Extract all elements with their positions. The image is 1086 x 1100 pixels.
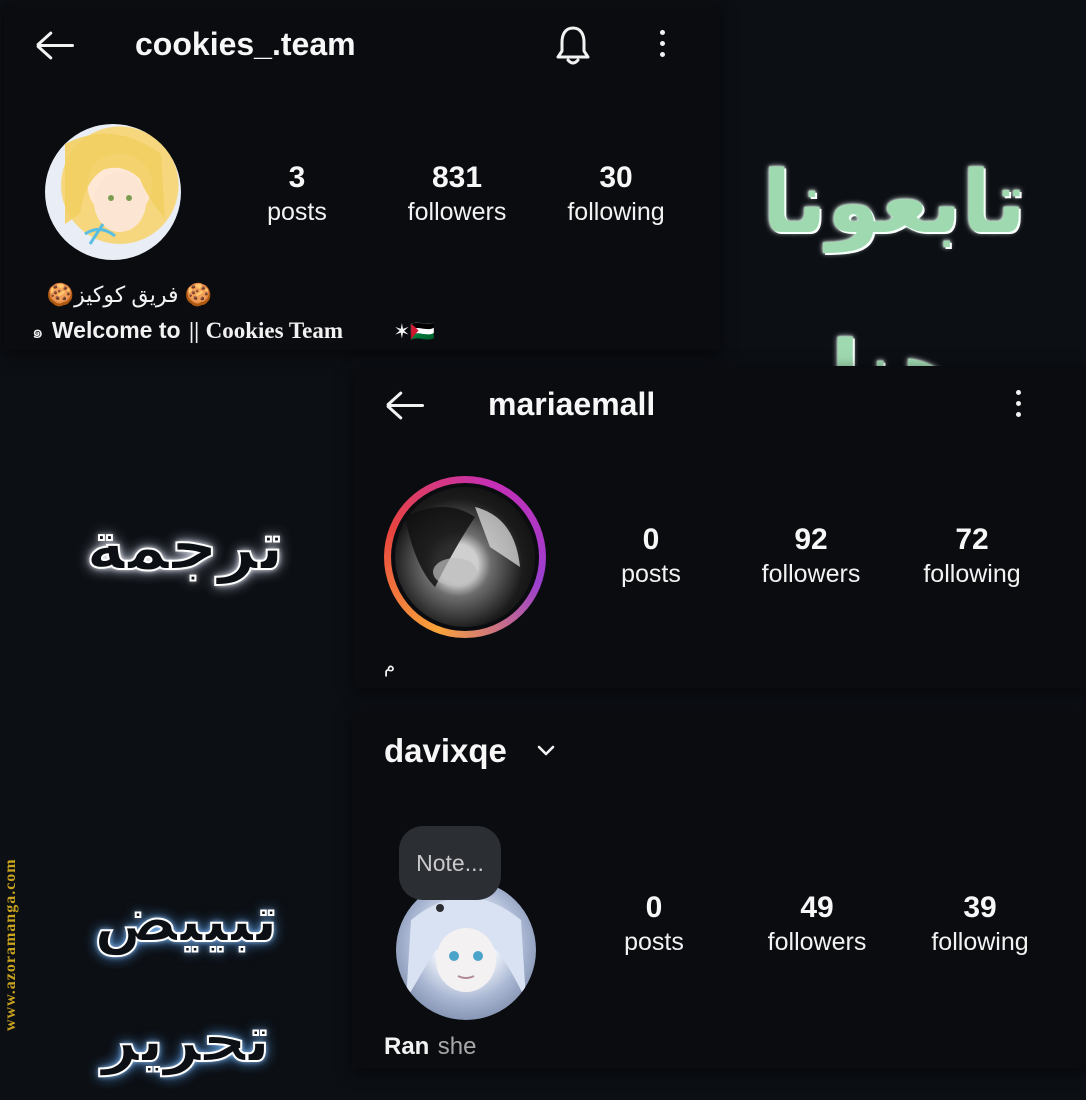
stat-label: following [567,198,665,226]
watermark-text: www.azoramanga.com [2,858,19,1032]
cleaning-editing-credit: تبييض تحرير [93,882,279,1077]
stat-posts[interactable]: 0 posts [589,890,719,958]
avatar-illustration [406,897,526,1000]
display-name: Ran [384,1033,430,1060]
stat-label: followers [761,560,861,588]
follow-us-title: تابعونا هنا [762,153,1026,423]
profile-avatar[interactable] [396,880,536,1020]
avatar-photo-shapes [405,507,520,587]
avatar-illustration [65,133,165,245]
stat-following[interactable]: 39 following [915,890,1045,958]
stat-label: following [931,928,1029,956]
profile-name-line: Ran she [384,1030,477,1064]
translation-credit: ترجمة [85,507,285,586]
more-options-icon[interactable] [657,28,667,60]
stat-value: 72 [955,523,989,556]
chevron-down-icon[interactable] [536,744,556,758]
stat-followers[interactable]: 831 followers [392,160,522,228]
bio-flag-icons: ✶🇵🇸 [393,321,436,343]
back-arrow-icon[interactable] [34,30,78,60]
stat-label: posts [624,928,684,956]
stat-value: 30 [599,161,633,194]
stat-value: 831 [431,161,483,194]
bio-bullet: ๑ [32,322,44,342]
profile-card-mariaemall: mariaemall 0 posts 92 followers 72 follo… [354,366,1086,688]
stat-label: followers [407,198,507,226]
more-options-icon[interactable] [1013,388,1023,420]
back-arrow-icon[interactable] [384,390,428,420]
stat-posts[interactable]: 3 posts [232,160,362,228]
note-bubble[interactable]: Note... [399,826,501,900]
stat-label: following [923,560,1021,588]
bio-welcome: Welcome to [51,317,181,343]
stat-following[interactable]: 72 following [907,522,1037,590]
stat-label: posts [267,198,327,226]
bell-icon[interactable] [554,24,592,66]
bio-text: م [384,656,396,676]
profile-username: davixqe [384,732,507,769]
stat-label: posts [621,560,681,588]
stat-label: followers [767,928,867,956]
stat-value: 39 [963,891,997,924]
stat-value: 92 [794,523,828,556]
profile-avatar [391,483,539,631]
profile-card-cookies-team: cookies_.team 3 posts 831 followers 30 f… [4,4,720,350]
stat-value: 0 [645,891,663,924]
bio-line-2: ๑ Welcome to || Cookies Team ✶🇵🇸 [32,314,435,346]
note-placeholder: Note... [416,850,484,876]
stat-value: 49 [800,891,834,924]
stat-following[interactable]: 30 following [551,160,681,228]
stat-followers[interactable]: 49 followers [752,890,882,958]
bio-line-1: 🍪 فريق كوكيز🍪 [46,282,212,307]
avatar-photo [395,487,535,627]
bio-separator: || [189,318,200,343]
stat-posts[interactable]: 0 posts [586,522,716,590]
bio-team-name: Cookies Team [205,318,343,343]
stat-followers[interactable]: 92 followers [746,522,876,590]
profile-username: mariaemall [488,386,656,422]
pronouns: she [437,1033,477,1060]
stat-value: 3 [288,161,306,194]
profile-card-davixqe: davixqe Note... 0 posts 49 followers 39 … [352,710,1086,1068]
profile-avatar[interactable] [45,124,181,260]
story-ring[interactable] [384,476,546,638]
profile-username: cookies_.team [135,26,356,62]
note-tail-dot [436,904,444,912]
stat-value: 0 [642,523,660,556]
